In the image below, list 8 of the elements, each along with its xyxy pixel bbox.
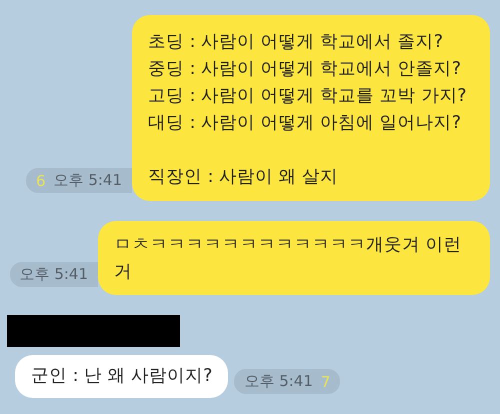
message-bubble: 군인 : 난 왜 사람이지? [15, 355, 228, 398]
message-bubble: ㅁㅊㅋㅋㅋㅋㅋㅋㅋㅋㅋㅋㅋㅋ개웃겨 이런 거 [98, 221, 490, 295]
unread-count: 7 [320, 372, 330, 390]
message-bubble: 초딩 : 사람이 어떻게 학교에서 졸지? 중딩 : 사람이 어떻게 학교에서 안졸지? 고딩 : 사람이 어떻게 학교를 꼬박 가지? 대딩 : 사람이 어떻게 아침에 일어나지? 직장인 : 사람이 왜 살지 [132, 15, 490, 201]
message-time: 오후 5:41 [244, 372, 313, 391]
unread-count: 6 [36, 172, 46, 190]
message-time: 오후 5:41 [20, 265, 88, 284]
message-time: 오후 5:41 [54, 171, 122, 190]
